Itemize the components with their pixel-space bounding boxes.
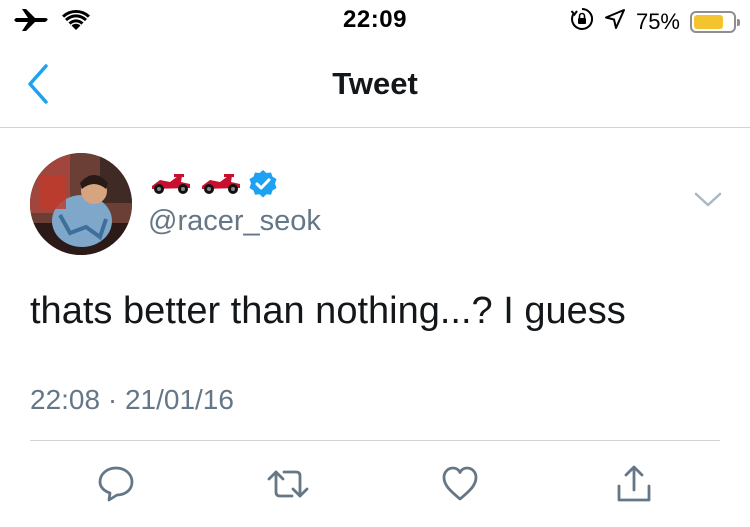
chevron-down-icon — [694, 192, 722, 207]
heart-icon — [442, 466, 478, 501]
location-icon — [604, 8, 626, 36]
reply-icon — [98, 466, 134, 502]
avatar-photo — [30, 153, 132, 255]
race-car-icon — [198, 172, 244, 201]
reply-button[interactable] — [94, 462, 138, 506]
verified-badge-icon — [248, 169, 278, 204]
avatar[interactable] — [30, 153, 132, 255]
battery-icon — [690, 11, 740, 33]
retweet-icon — [267, 470, 309, 498]
divider — [30, 440, 720, 441]
page-title: Tweet — [332, 66, 418, 101]
like-button[interactable] — [438, 462, 482, 506]
battery-fill — [694, 15, 723, 29]
navigation-bar: Tweet — [0, 40, 750, 128]
retweet-button[interactable] — [266, 462, 310, 506]
tweet-timestamp: 22:08 · 21/01/16 — [30, 384, 234, 415]
tweet-detail-screen: 22:09 75% Tweet @racer_seok thats better… — [0, 0, 750, 527]
battery-percent: 75% — [635, 9, 680, 34]
race-car-icon — [148, 172, 194, 201]
user-handle[interactable]: @racer_seok — [148, 205, 321, 238]
tweet-text: thats better than nothing...? I guess — [30, 290, 626, 332]
display-name[interactable] — [148, 169, 278, 204]
tweet-menu-button[interactable] — [694, 190, 722, 210]
battery-tip — [737, 19, 740, 26]
status-right: 75% — [570, 7, 740, 37]
orientation-lock-icon — [570, 7, 594, 37]
share-icon — [617, 465, 651, 502]
status-bar: 22:09 75% — [0, 0, 750, 40]
share-button[interactable] — [612, 462, 656, 506]
